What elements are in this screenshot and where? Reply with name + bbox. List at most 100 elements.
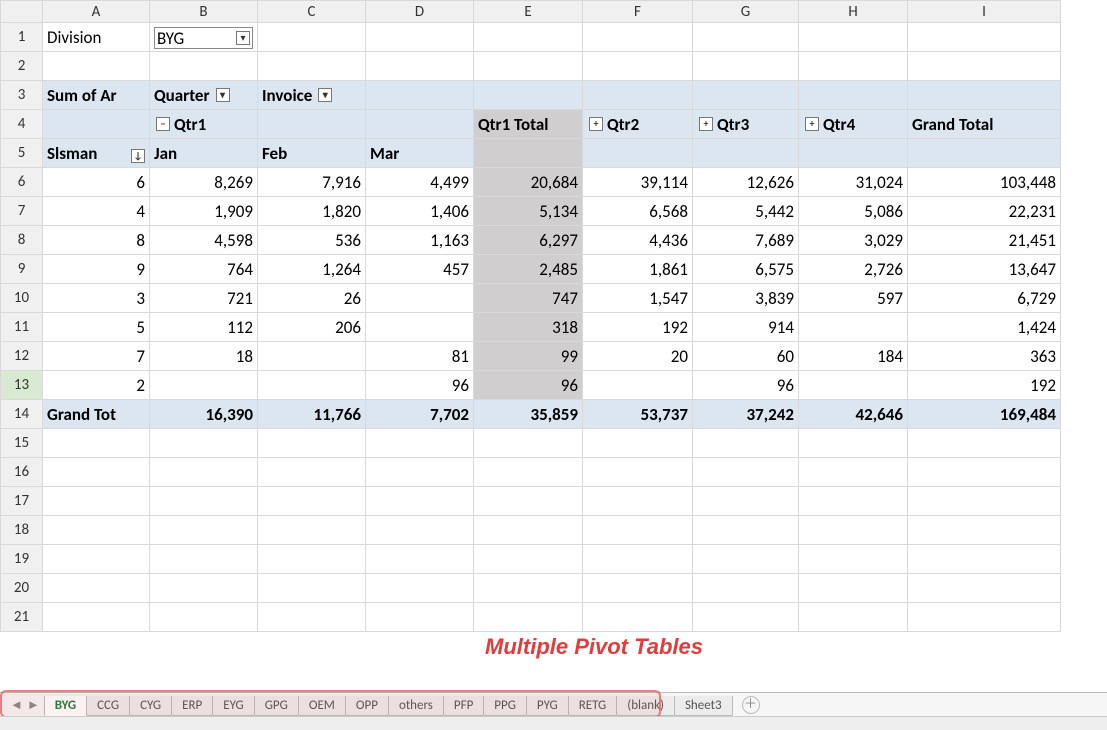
expand-icon[interactable]: +	[805, 117, 819, 131]
cell-blank-15-3[interactable]	[366, 429, 474, 458]
cell-blank-15-8[interactable]	[908, 429, 1061, 458]
cell-r12-c2[interactable]	[258, 342, 366, 371]
cell-B1[interactable]: BYG▾	[150, 23, 258, 52]
cell-r7-c5[interactable]: 6,568	[583, 197, 693, 226]
cell-r10-c1[interactable]: 721	[150, 284, 258, 313]
col-header-F[interactable]: F	[583, 1, 693, 23]
cell-r13-c3[interactable]: 96	[366, 371, 474, 400]
col-header-E[interactable]: E	[474, 1, 583, 23]
division-filter-dropdown[interactable]: BYG▾	[154, 27, 253, 49]
cell-C3[interactable]: Invoice▾	[258, 81, 366, 110]
cell-A3[interactable]: Sum of Ar	[43, 81, 150, 110]
cell-gt-0[interactable]: 16,390	[150, 400, 258, 429]
cell-E1[interactable]	[474, 23, 583, 52]
cell-blank-17-6[interactable]	[693, 487, 799, 516]
cell-blank-17-2[interactable]	[258, 487, 366, 516]
cell-r10-c4[interactable]: 747	[474, 284, 583, 313]
cell-H5[interactable]	[799, 139, 908, 168]
col-header-G[interactable]: G	[693, 1, 799, 23]
cell-blank-20-0[interactable]	[43, 574, 150, 603]
cell-r6-c5[interactable]: 39,114	[583, 168, 693, 197]
cell-r2-3[interactable]	[366, 52, 474, 81]
cell-blank-16-8[interactable]	[908, 458, 1061, 487]
cell-blank-20-6[interactable]	[693, 574, 799, 603]
cell-gt-2[interactable]: 7,702	[366, 400, 474, 429]
cell-r10-c3[interactable]	[366, 284, 474, 313]
cell-blank-18-0[interactable]	[43, 516, 150, 545]
cell-r11-c1[interactable]: 112	[150, 313, 258, 342]
cell-r11-c6[interactable]: 914	[693, 313, 799, 342]
col-header-B[interactable]: B	[150, 1, 258, 23]
cell-blank-19-3[interactable]	[366, 545, 474, 574]
cell-r6-c7[interactable]: 31,024	[799, 168, 908, 197]
row-header-14[interactable]: 14	[1, 400, 43, 429]
cell-blank-19-4[interactable]	[474, 545, 583, 574]
cell-r13-c2[interactable]	[258, 371, 366, 400]
cell-r11-c8[interactable]: 1,424	[908, 313, 1061, 342]
cell-r13-c4[interactable]: 96	[474, 371, 583, 400]
sheet-tab-cyg[interactable]: CYG	[129, 696, 172, 716]
cell-r6-c1[interactable]: 8,269	[150, 168, 258, 197]
row-header-9[interactable]: 9	[1, 255, 43, 284]
cell-r7-c7[interactable]: 5,086	[799, 197, 908, 226]
cell-r8-c4[interactable]: 6,297	[474, 226, 583, 255]
cell-D4[interactable]	[366, 110, 474, 139]
cell-r13-c8[interactable]: 192	[908, 371, 1061, 400]
cell-blank-19-8[interactable]	[908, 545, 1061, 574]
cell-r7-c4[interactable]: 5,134	[474, 197, 583, 226]
add-sheet-button[interactable]: ＋	[742, 696, 760, 714]
sheet-tab-ppg[interactable]: PPG	[483, 696, 527, 716]
cell-r6-c2[interactable]: 7,916	[258, 168, 366, 197]
cell-blank-19-5[interactable]	[583, 545, 693, 574]
cell-r2-5[interactable]	[583, 52, 693, 81]
cell-r11-c4[interactable]: 318	[474, 313, 583, 342]
sheet-tab-sheet3[interactable]: Sheet3	[674, 696, 733, 716]
expand-icon[interactable]: +	[589, 117, 603, 131]
sheet-tab-pfp[interactable]: PFP	[443, 696, 484, 716]
cell-blank-15-6[interactable]	[693, 429, 799, 458]
sheet-tab-byg[interactable]: BYG	[44, 696, 87, 716]
cell-blank-20-7[interactable]	[799, 574, 908, 603]
cell-blank-21-3[interactable]	[366, 603, 474, 632]
collapse-icon[interactable]: −	[156, 117, 170, 131]
col-header-A[interactable]: A	[43, 1, 150, 23]
cell-r11-c5[interactable]: 192	[583, 313, 693, 342]
cell-F4[interactable]: +Qtr2	[583, 110, 693, 139]
cell-r6-c8[interactable]: 103,448	[908, 168, 1061, 197]
cell-blank-21-4[interactable]	[474, 603, 583, 632]
col-header-D[interactable]: D	[366, 1, 474, 23]
cell-r9-c4[interactable]: 2,485	[474, 255, 583, 284]
cell-r12-c7[interactable]: 184	[799, 342, 908, 371]
cell-r8-c7[interactable]: 3,029	[799, 226, 908, 255]
cell-r10-c7[interactable]: 597	[799, 284, 908, 313]
cell-A1[interactable]: Division	[43, 23, 150, 52]
cell-B4[interactable]: −Qtr1	[150, 110, 258, 139]
cell-r9-c7[interactable]: 2,726	[799, 255, 908, 284]
cell-r6-c4[interactable]: 20,684	[474, 168, 583, 197]
sheet-nav-arrows[interactable]: ◄ ►	[6, 697, 44, 713]
cell-r10-c5[interactable]: 1,547	[583, 284, 693, 313]
cell-blank-20-3[interactable]	[366, 574, 474, 603]
row-header-2[interactable]: 2	[1, 52, 43, 81]
cell-D5[interactable]: Mar	[366, 139, 474, 168]
cell-r12-c6[interactable]: 60	[693, 342, 799, 371]
cell-A5[interactable]: Slsman↓	[43, 139, 150, 168]
cell-r2-2[interactable]	[258, 52, 366, 81]
row-header-15[interactable]: 15	[1, 429, 43, 458]
cell-H3[interactable]	[799, 81, 908, 110]
cell-blank-18-5[interactable]	[583, 516, 693, 545]
cell-gt-5[interactable]: 37,242	[693, 400, 799, 429]
cell-blank-21-8[interactable]	[908, 603, 1061, 632]
cell-blank-15-1[interactable]	[150, 429, 258, 458]
row-header-16[interactable]: 16	[1, 458, 43, 487]
cell-A14[interactable]: Grand Tot	[43, 400, 150, 429]
cell-blank-16-7[interactable]	[799, 458, 908, 487]
cell-r2-1[interactable]	[150, 52, 258, 81]
row-header-8[interactable]: 8	[1, 226, 43, 255]
row-header-5[interactable]: 5	[1, 139, 43, 168]
cell-C5[interactable]: Feb	[258, 139, 366, 168]
cell-blank-17-8[interactable]	[908, 487, 1061, 516]
expand-icon[interactable]: +	[699, 117, 713, 131]
cell-r13-c7[interactable]	[799, 371, 908, 400]
cell-r6-c6[interactable]: 12,626	[693, 168, 799, 197]
